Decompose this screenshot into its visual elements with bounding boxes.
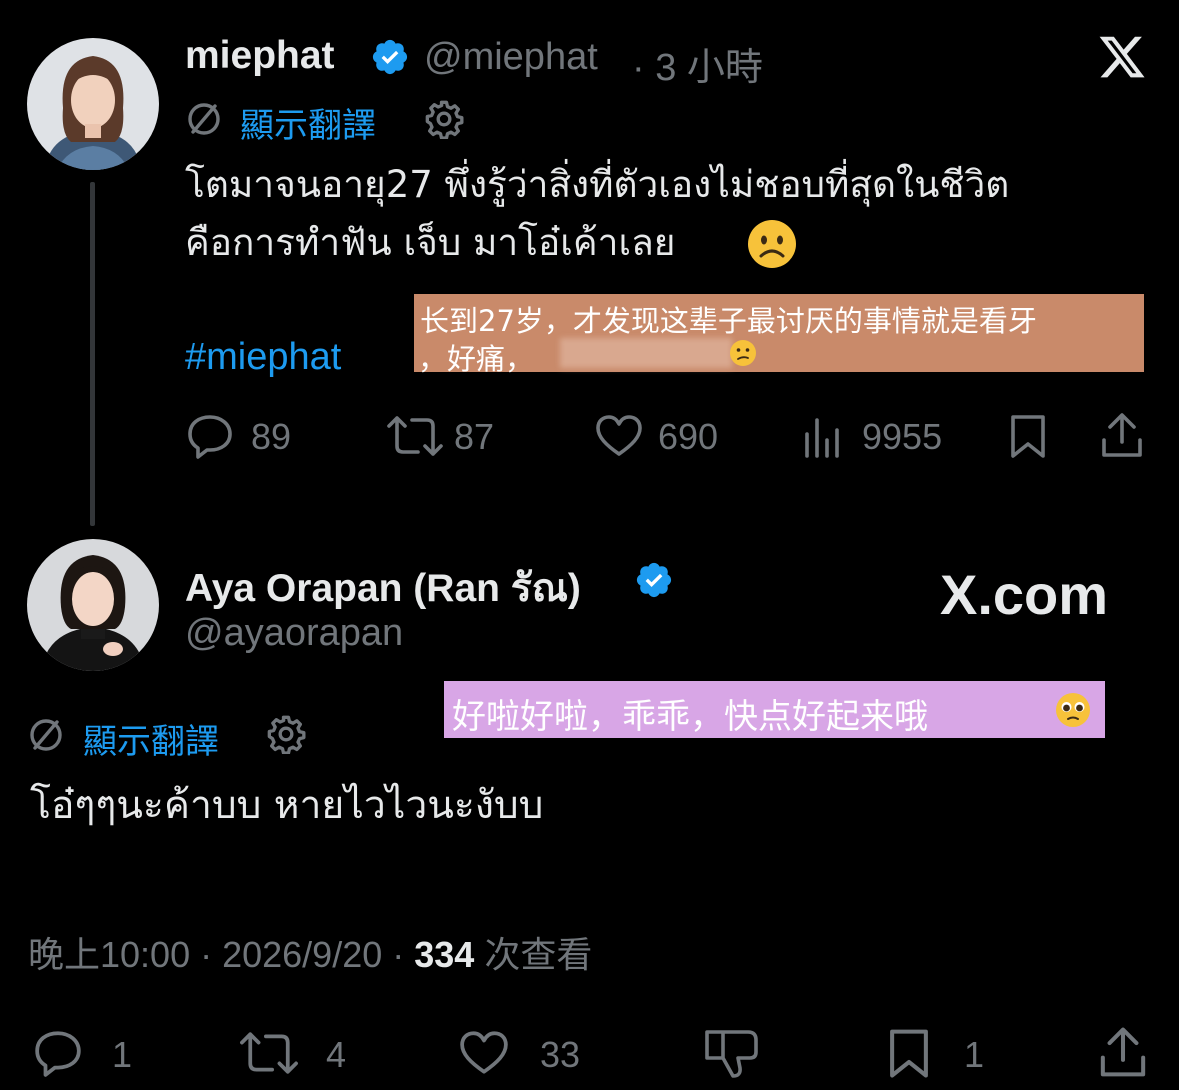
overlay-text-line2: ，好痛， <box>418 342 535 376</box>
reply-share-icon <box>1100 1027 1146 1077</box>
reply-view-label: 次查看 <box>474 934 593 975</box>
translation-overlay-purple: 好啦好啦，乖乖，快点好起来哦 <box>444 681 1105 738</box>
verified-badge-icon <box>370 37 410 82</box>
reply-reply-icon <box>35 1031 81 1077</box>
tweet-timestamp[interactable]: · 3 小時 <box>632 36 763 91</box>
thread-connector-line <box>90 182 95 526</box>
reply-view-count: 334 <box>414 934 475 975</box>
reply-author-handle[interactable]: @ayaorapan <box>185 612 403 655</box>
like-count: 690 <box>658 416 719 457</box>
hashtag-link[interactable]: #miephat <box>185 336 341 379</box>
translation-overlay-orange: 长到27岁，才发现这辈子最讨厌的事情就是看牙 ，好痛， <box>414 294 1144 376</box>
reply-downvote-button[interactable] <box>702 1026 762 1080</box>
tweet-author-name[interactable]: miephat <box>185 34 335 78</box>
heart-icon <box>596 415 642 456</box>
reply-retweet-count: 4 <box>326 1034 347 1075</box>
views-count: 9955 <box>862 416 943 457</box>
thumbs-down-icon <box>705 1030 758 1078</box>
tweet-text-line1: โตมาจนอายุ27 พึ่งรู้ว่าสิ่งที่ตัวเองไม่ช… <box>185 163 1010 206</box>
retweet-count: 87 <box>454 416 495 457</box>
reply-share-button[interactable] <box>1096 1024 1150 1080</box>
translate-globe-icon <box>185 100 223 138</box>
reply-like-count: 33 <box>540 1034 581 1075</box>
retweet-icon <box>387 416 443 456</box>
x-com-watermark: X.com <box>940 563 1109 626</box>
reply-author-name[interactable]: Aya Orapan (Ran รัณ) <box>185 557 581 619</box>
share-icon <box>1102 413 1142 457</box>
overlay-pleading-emoji-icon <box>1054 691 1092 729</box>
views-chart-icon <box>805 418 839 458</box>
reply-translation-settings-gear-icon[interactable] <box>266 714 306 755</box>
frowning-face-emoji-icon <box>746 218 798 270</box>
reply-heart-icon <box>460 1031 508 1074</box>
overlay-reply-text: 好啦好啦，乖乖，快点好起来哦 <box>452 697 928 737</box>
translation-settings-gear-icon[interactable] <box>424 99 464 140</box>
reply-datetime[interactable]: 晚上10:00 · 2026/9/20 · <box>28 934 414 975</box>
tweet-author-handle[interactable]: @miephat <box>424 36 598 79</box>
reply-text: โอ๋ๆๆนะค้าบบ หายไวไวนะงับบ <box>30 783 544 828</box>
reply-bookmark-count: 1 <box>964 1034 985 1075</box>
overlay-text-line1: 长到27岁，才发现这辈子最讨厌的事情就是看牙 <box>420 304 1037 338</box>
reply-icon <box>188 415 232 459</box>
bookmark-icon <box>1011 415 1045 458</box>
overlay-confused-emoji-icon <box>728 338 758 368</box>
show-translation-link[interactable]: 顯示翻譯 <box>240 98 376 147</box>
avatar-ayaorapan[interactable] <box>27 539 159 671</box>
share-button[interactable] <box>1098 410 1146 460</box>
reply-bookmark-icon <box>890 1029 928 1078</box>
overlay-blurred-region <box>560 338 732 368</box>
bookmark-button[interactable] <box>1006 412 1050 460</box>
tweet-text-line2: คือการทำฟัน เจ็บ มาโอ๋เค้าเลย <box>185 221 676 264</box>
x-logo-icon[interactable] <box>1097 32 1147 82</box>
reply-count: 89 <box>251 416 292 457</box>
reply-reply-count: 1 <box>112 1034 133 1075</box>
reply-show-translation-link[interactable]: 顯示翻譯 <box>83 714 219 763</box>
reply-verified-badge-icon <box>634 560 674 605</box>
reply-translate-globe-icon <box>27 716 65 754</box>
avatar-miephat[interactable] <box>27 38 159 170</box>
reply-retweet-icon <box>240 1032 298 1074</box>
reply-metadata: 晚上10:00 · 2026/9/20 · 334 次查看 <box>28 926 592 978</box>
